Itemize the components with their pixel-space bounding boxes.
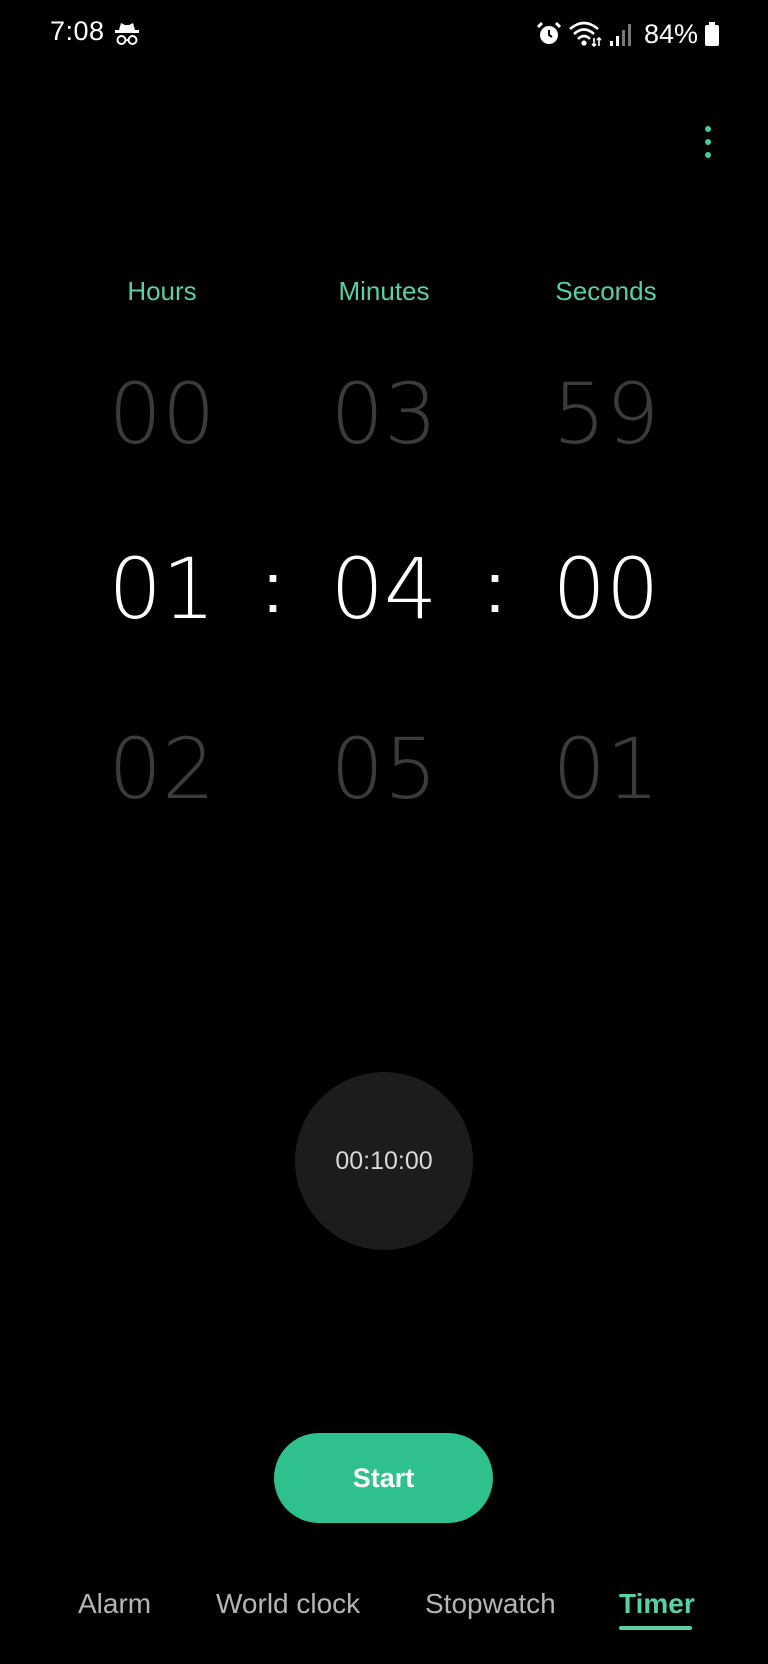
hours-current-value[interactable]: 01 xyxy=(62,540,262,638)
tab-alarm[interactable]: Alarm xyxy=(78,1588,151,1620)
hours-next-value[interactable]: 02 xyxy=(62,720,262,818)
minutes-next-value[interactable]: 05 xyxy=(284,720,484,818)
wifi-icon xyxy=(569,21,602,48)
incognito-icon xyxy=(115,23,139,45)
start-button-label: Start xyxy=(352,1462,415,1493)
hours-label: Hours xyxy=(127,276,197,306)
timer-screen: 7:08 84% Hours Minutes Seconds 00 01 02 … xyxy=(0,0,768,1664)
battery-percentage: 84% xyxy=(643,18,698,49)
minutes-current-value[interactable]: 04 xyxy=(284,540,484,638)
status-icons: 84% xyxy=(536,16,720,52)
start-button[interactable]: Start xyxy=(274,1433,493,1523)
seconds-current-value[interactable]: 00 xyxy=(506,540,706,638)
more-options-button[interactable] xyxy=(690,120,726,164)
tab-world-clock[interactable]: World clock xyxy=(216,1588,360,1620)
status-time: 7:08 xyxy=(50,16,105,46)
tab-timer[interactable]: Timer xyxy=(619,1588,695,1620)
seconds-label: Seconds xyxy=(555,276,657,306)
minutes-label: Minutes xyxy=(338,276,430,306)
alarm-icon xyxy=(536,21,562,44)
seconds-prev-value[interactable]: 59 xyxy=(506,365,706,463)
signal-icon xyxy=(609,24,631,46)
hours-prev-value[interactable]: 00 xyxy=(62,365,262,463)
active-tab-indicator xyxy=(619,1626,692,1630)
minutes-prev-value[interactable]: 03 xyxy=(284,365,484,463)
status-bar: 7:08 84% xyxy=(0,0,768,70)
more-vert-icon xyxy=(705,126,711,132)
battery-icon xyxy=(705,22,719,46)
seconds-next-value[interactable]: 01 xyxy=(506,720,706,818)
bottom-tab-bar: Alarm World clock Stopwatch Timer xyxy=(0,1588,768,1638)
tab-stopwatch[interactable]: Stopwatch xyxy=(425,1588,556,1620)
preset-timer-button[interactable]: 00:10:00 xyxy=(295,1072,473,1250)
preset-timer-label: 00:10:00 xyxy=(335,1146,433,1175)
